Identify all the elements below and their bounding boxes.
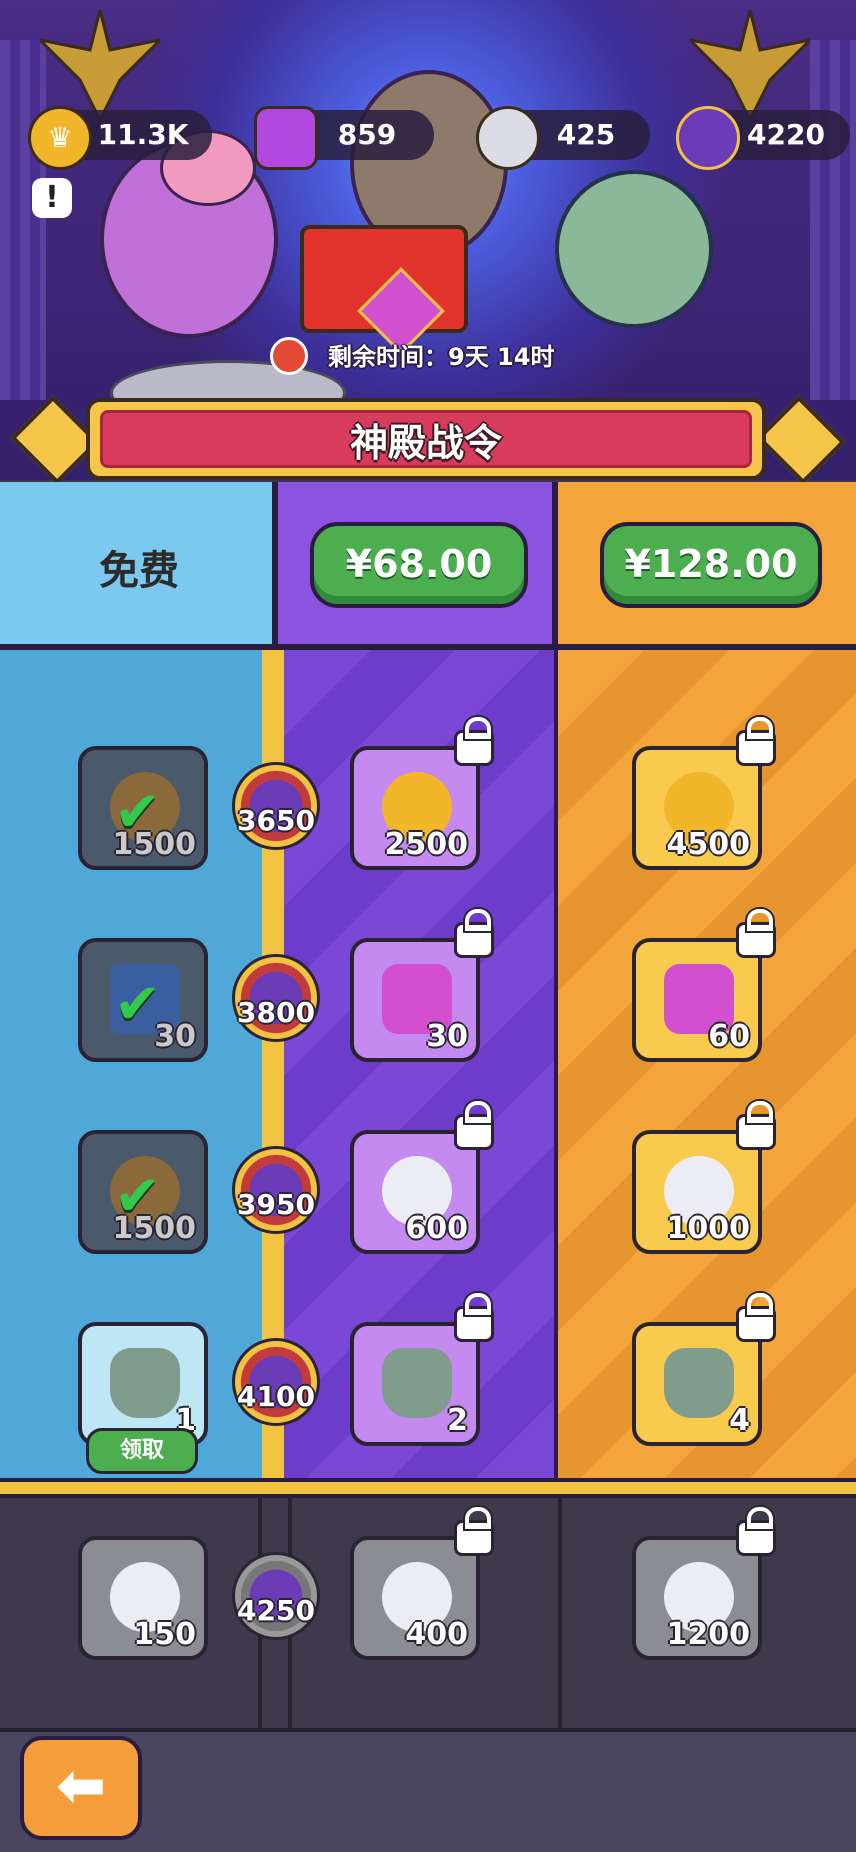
resource-value: 425 bbox=[556, 118, 616, 151]
reward-qty: 1000 bbox=[666, 1211, 751, 1246]
ribbon-frame: 神殿战令 bbox=[86, 398, 766, 480]
checkmark-icon: ✔ bbox=[114, 972, 161, 1037]
goblin-character bbox=[555, 170, 713, 328]
pillar-right bbox=[810, 40, 856, 400]
winged-emblem-left bbox=[40, 10, 160, 120]
goblin-hero-icon bbox=[382, 1348, 452, 1418]
reward-cell-premium-128[interactable]: 1000 bbox=[632, 1101, 776, 1254]
reward-cell-free: 30 ✔ bbox=[78, 938, 208, 1062]
free-column-header: 免费 bbox=[0, 482, 278, 650]
reward-cell-premium-68[interactable]: 30 bbox=[350, 909, 494, 1062]
level-number: 4100 bbox=[237, 1380, 315, 1413]
winged-emblem-right bbox=[690, 10, 810, 120]
reward-qty: 400 bbox=[405, 1617, 468, 1652]
premium-column-header-128: ¥128.00 bbox=[558, 482, 856, 650]
reward-qty: 2 bbox=[447, 1403, 468, 1438]
reward-cell-premium-128[interactable]: 4500 bbox=[632, 717, 776, 870]
reward-qty: 4500 bbox=[666, 827, 751, 862]
resource-gems: 859 bbox=[254, 106, 434, 170]
lock-icon bbox=[736, 909, 776, 958]
level-badge: 4100 bbox=[232, 1338, 320, 1426]
resource-value: 859 bbox=[337, 118, 397, 151]
premium-column-header-68: ¥68.00 bbox=[278, 482, 558, 650]
page-title: 神殿战令 bbox=[349, 421, 502, 465]
free-label: 免费 bbox=[99, 548, 179, 594]
alert-icon[interactable]: ! bbox=[32, 178, 72, 218]
buy-button-68[interactable]: ¥68.00 bbox=[310, 522, 528, 608]
lock-icon bbox=[454, 717, 494, 766]
progress-divider bbox=[0, 1478, 856, 1498]
reward-cell-premium-128[interactable]: 4 bbox=[632, 1293, 776, 1446]
level-number: 3950 bbox=[237, 1188, 315, 1221]
checkmark-icon: ✔ bbox=[114, 780, 161, 845]
lock-icon bbox=[736, 1507, 776, 1556]
reward-cell-premium-128[interactable]: 60 bbox=[632, 909, 776, 1062]
ribbon-ornament-right bbox=[756, 395, 846, 485]
level-badge: 4250 bbox=[232, 1552, 320, 1640]
level-badge: 3950 bbox=[232, 1146, 320, 1234]
resource-coins: ♛ 11.3K bbox=[28, 106, 212, 170]
reward-cell-premium-68[interactable]: 2500 bbox=[350, 717, 494, 870]
lock-icon bbox=[454, 1293, 494, 1342]
reward-qty: 4 bbox=[729, 1403, 750, 1438]
goblin-hero-icon bbox=[110, 1348, 180, 1418]
reward-cell-premium-68[interactable]: 600 bbox=[350, 1101, 494, 1254]
level-badge: 3800 bbox=[232, 954, 320, 1042]
reward-qty: 2500 bbox=[384, 827, 469, 862]
resource-value: 11.3K bbox=[97, 118, 189, 151]
back-button[interactable]: ⬅ bbox=[20, 1736, 142, 1840]
reward-qty: 150 bbox=[133, 1617, 196, 1652]
column-line bbox=[558, 1498, 562, 1728]
claim-button[interactable]: 领取 bbox=[86, 1428, 198, 1474]
reward-qty: 1200 bbox=[666, 1617, 751, 1652]
timer-text: 剩余时间：9天 14时 bbox=[328, 343, 555, 371]
reward-cell-free[interactable]: 150 bbox=[78, 1536, 208, 1660]
level-number: 4250 bbox=[237, 1594, 315, 1627]
reward-cell-premium-128[interactable]: 1200 bbox=[632, 1507, 776, 1660]
back-arrow-icon: ⬅ bbox=[55, 1751, 107, 1821]
goblin-hero-icon bbox=[664, 1348, 734, 1418]
clock-icon bbox=[270, 337, 308, 375]
resource-temple-tokens: 4220 bbox=[676, 106, 850, 170]
buy-button-128[interactable]: ¥128.00 bbox=[600, 522, 822, 608]
title-ribbon: 神殿战令 bbox=[0, 390, 856, 490]
lock-icon bbox=[736, 1293, 776, 1342]
reward-cell-premium-68[interactable]: 2 bbox=[350, 1293, 494, 1446]
reward-qty: 600 bbox=[405, 1211, 468, 1246]
lock-icon bbox=[454, 1507, 494, 1556]
resource-silver: 425 bbox=[476, 106, 650, 170]
level-badge: 3650 bbox=[232, 762, 320, 850]
lock-icon bbox=[454, 909, 494, 958]
lock-icon bbox=[454, 1101, 494, 1150]
reward-cell-free: 1500 ✔ bbox=[78, 1130, 208, 1254]
lock-icon bbox=[736, 1101, 776, 1150]
resource-value: 4220 bbox=[747, 118, 825, 151]
lock-icon bbox=[736, 717, 776, 766]
level-number: 3800 bbox=[237, 996, 315, 1029]
time-remaining: 剩余时间：9天 14时 bbox=[270, 335, 600, 379]
level-number: 3650 bbox=[237, 804, 315, 837]
checkmark-icon: ✔ bbox=[114, 1164, 161, 1229]
reward-qty: 60 bbox=[708, 1019, 750, 1054]
reward-cell-free: 1500 ✔ bbox=[78, 746, 208, 870]
reward-qty: 30 bbox=[426, 1019, 468, 1054]
reward-cell-premium-68[interactable]: 400 bbox=[350, 1507, 494, 1660]
